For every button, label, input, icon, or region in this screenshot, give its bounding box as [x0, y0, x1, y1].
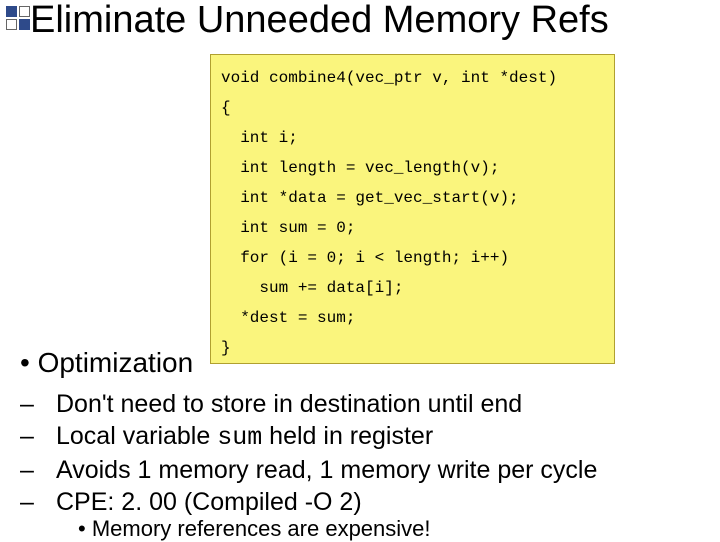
bullet-text: Local variable: [56, 422, 217, 450]
code-line: int sum = 0;: [221, 213, 604, 243]
dash-icon: –: [38, 420, 56, 452]
code-line: int i;: [221, 123, 604, 153]
sub-bullet: • Memory references are expensive!: [78, 516, 431, 542]
code-line: int *data = get_vec_start(v);: [221, 183, 604, 213]
inline-code: sum: [217, 423, 262, 452]
bullet-item: –Avoids 1 memory read, 1 memory write pe…: [38, 454, 710, 486]
code-line: for (i = 0; i < length; i++): [221, 243, 604, 273]
bullet-list: –Don't need to store in destination unti…: [38, 388, 710, 518]
code-line: void combine4(vec_ptr v, int *dest): [221, 63, 604, 93]
code-line: sum += data[i];: [221, 273, 604, 303]
section-heading: • Optimization: [20, 347, 193, 379]
slide-logo: [6, 6, 32, 32]
bullet-text: Don't need to store in destination until…: [56, 390, 522, 418]
logo-square: [19, 6, 30, 17]
code-line: {: [221, 93, 604, 123]
code-line: *dest = sum;: [221, 303, 604, 333]
logo-square: [6, 19, 17, 30]
bullet-item: –Don't need to store in destination unti…: [38, 388, 710, 420]
bullet-item: –CPE: 2. 00 (Compiled -O 2): [38, 486, 710, 518]
bullet-text: CPE: 2. 00 (Compiled -O 2): [56, 488, 362, 516]
bullet-item: –Local variable sum held in register: [38, 420, 710, 454]
bullet-text: held in register: [262, 422, 433, 450]
dash-icon: –: [38, 486, 56, 518]
code-block: void combine4(vec_ptr v, int *dest) { in…: [210, 54, 615, 364]
code-line: int length = vec_length(v);: [221, 153, 604, 183]
dash-icon: –: [38, 454, 56, 486]
logo-square: [6, 6, 17, 17]
logo-square: [19, 19, 30, 30]
bullet-text: Avoids 1 memory read, 1 memory write per…: [56, 456, 597, 484]
code-line: }: [221, 333, 604, 363]
dash-icon: –: [38, 388, 56, 420]
slide-title: Eliminate Unneeded Memory Refs: [30, 0, 720, 42]
